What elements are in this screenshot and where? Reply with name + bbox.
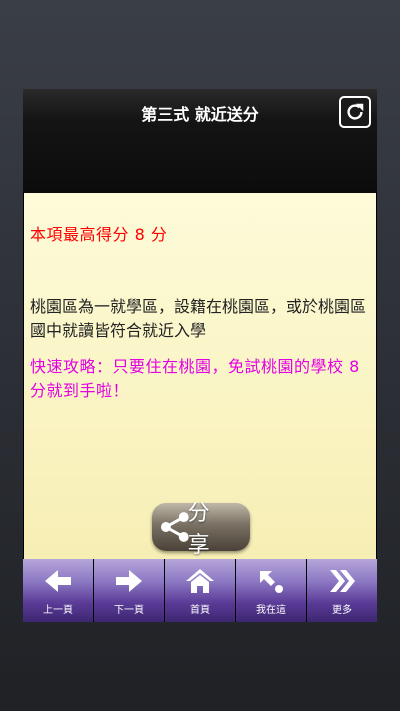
nav-prev-page[interactable]: 上一頁 [23, 559, 93, 622]
header-bar: 第三式 就近送分 [23, 89, 377, 193]
nav-my-location[interactable]: 我在這 [236, 559, 306, 622]
refresh-icon [347, 103, 364, 120]
share-icon [160, 512, 189, 542]
nav-label: 更多 [332, 605, 352, 616]
nav-next-page[interactable]: 下一頁 [94, 559, 164, 622]
nav-label: 首頁 [190, 605, 210, 616]
page-title: 第三式 就近送分 [141, 105, 259, 124]
refresh-button[interactable] [339, 96, 371, 128]
description-text: 桃園區為一就學區，設籍在桃園區，或於桃園區國中就讀皆符合就近入學 [30, 297, 367, 340]
arrow-left-icon [45, 570, 71, 592]
app-window: 第三式 就近送分 本項最高得分 8 分 桃園區為一就學區，設籍在桃園區，或於桃園… [23, 89, 377, 622]
home-icon [186, 569, 214, 593]
share-label: 分 享 [187, 501, 214, 558]
share-button[interactable]: 分 享 [152, 501, 250, 558]
tip-text: 快速攻略：只要住在桃園，免試桃園的學校 8 分就到手啦！ [30, 357, 360, 400]
nav-more[interactable]: 更多 [307, 559, 377, 622]
max-score-text: 本項最高得分 8 分 [30, 225, 168, 244]
nav-label: 下一頁 [114, 605, 144, 616]
nav-label: 我在這 [256, 605, 286, 616]
content-panel: 本項最高得分 8 分 桃園區為一就學區，設籍在桃園區，或於桃園區國中就讀皆符合就… [24, 193, 376, 559]
nav-label: 上一頁 [43, 605, 73, 616]
bottom-nav: 上一頁 下一頁 首頁 我在這 更多 [23, 559, 377, 622]
nav-home[interactable]: 首頁 [165, 559, 235, 622]
arrow-right-icon [116, 570, 142, 592]
double-chevron-right-icon [330, 570, 355, 592]
location-arrow-icon [260, 571, 283, 593]
